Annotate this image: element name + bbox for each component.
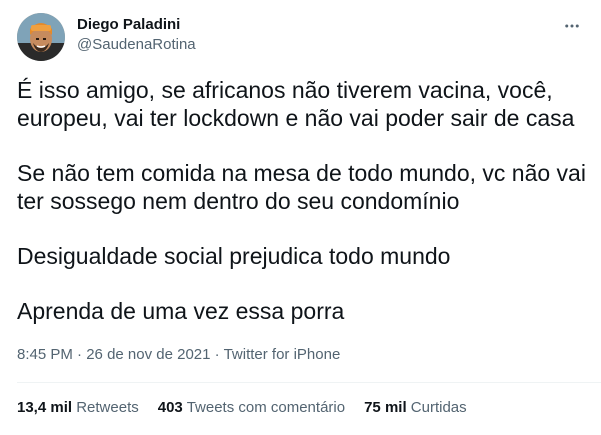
retweets-label: Retweets <box>76 399 139 416</box>
tweet-time[interactable]: 8:45 PM <box>17 346 73 363</box>
quote-tweets-stat[interactable]: 403 Tweets com comentário <box>158 398 345 418</box>
more-horizontal-icon <box>565 24 579 28</box>
meta-separator: · <box>77 346 83 363</box>
tweet-stats: 13,4 mil Retweets 403 Tweets com comentá… <box>17 398 467 418</box>
likes-stat[interactable]: 75 mil Curtidas <box>364 398 467 418</box>
tweet-paragraph: Se não tem comida na mesa de todo mundo,… <box>17 160 586 214</box>
tweet-text: É isso amigo, se africanos não tiverem v… <box>17 76 587 352</box>
more-options-button[interactable] <box>560 14 584 38</box>
retweets-count: 13,4 mil <box>17 399 73 416</box>
profile-photo-icon <box>17 13 65 61</box>
tweet-metadata: 8:45 PM · 26 de nov de 2021 · Twitter fo… <box>17 345 340 365</box>
tweet-date[interactable]: 26 de nov de 2021 <box>86 346 210 363</box>
author-name[interactable]: Diego Paladini <box>77 15 196 35</box>
tweet-paragraph: É isso amigo, se africanos não tiverem v… <box>17 77 575 131</box>
tweet-source[interactable]: Twitter for iPhone <box>224 346 341 363</box>
avatar[interactable] <box>17 13 65 61</box>
author-block[interactable]: Diego Paladini @SaudenaRotina <box>77 15 196 55</box>
tweet-paragraph: Desigualdade social prejudica todo mundo <box>17 243 451 269</box>
quotes-count: 403 <box>157 399 183 416</box>
quotes-label: Tweets com comentário <box>186 399 346 416</box>
tweet-paragraph: Aprenda de uma vez essa porra <box>17 298 345 324</box>
author-handle[interactable]: @SaudenaRotina <box>77 35 196 55</box>
tweet-card: Diego Paladini @SaudenaRotina É isso ami… <box>0 0 601 435</box>
divider <box>17 382 601 383</box>
likes-label: Curtidas <box>410 399 467 416</box>
retweets-stat[interactable]: 13,4 mil Retweets <box>17 398 139 418</box>
likes-count: 75 mil <box>364 399 407 416</box>
meta-separator: · <box>214 346 220 363</box>
